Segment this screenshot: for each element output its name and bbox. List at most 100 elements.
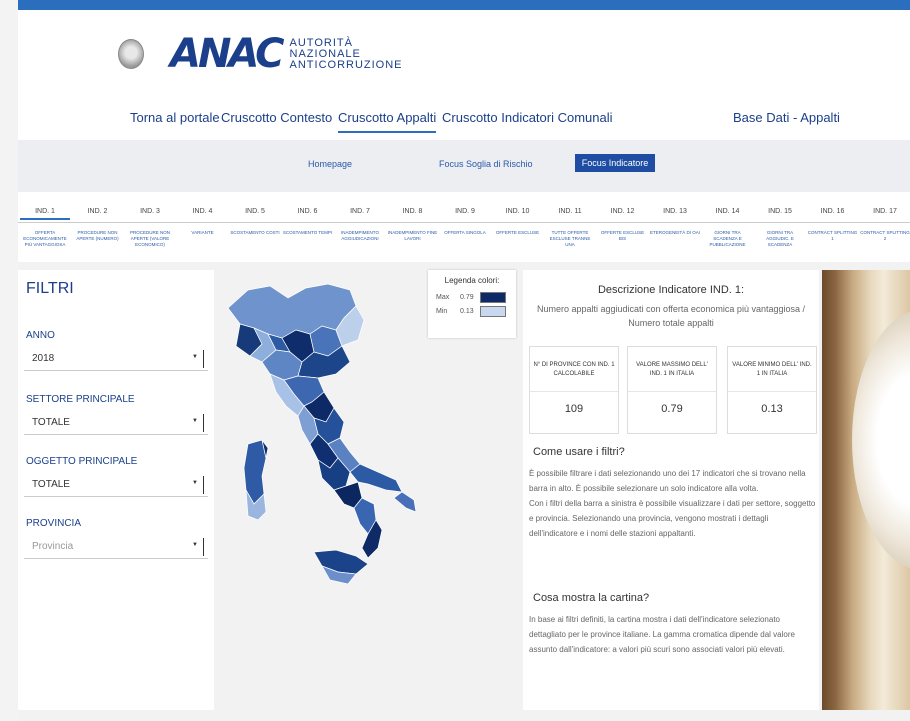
anac-logo[interactable]: ANAC AUTORITÀ NAZIONALE ANTICORRUZIONE xyxy=(118,34,403,74)
tab-ind-2[interactable]: IND. 2 xyxy=(73,208,123,215)
oggetto-select[interactable]: TOTALE ▼ xyxy=(24,474,208,497)
stat-card-divider xyxy=(728,391,816,392)
tab-ind-13[interactable]: IND. 13 xyxy=(650,208,700,215)
how-to-use-text-2: Con i filtri della barra a sinistra è po… xyxy=(529,499,816,538)
tab-description-ind-4[interactable]: VARIANTE xyxy=(178,230,228,236)
map-region xyxy=(393,491,417,513)
nav-cruscotto-contesto[interactable]: Cruscotto Contesto xyxy=(221,110,332,125)
tab-description-ind-12[interactable]: OFFERTE ESCLUSE BIS xyxy=(598,230,648,242)
nav-cruscotto-appalti[interactable]: Cruscotto Appalti xyxy=(338,110,437,133)
brand-sub-line-1: AUTORITÀ xyxy=(289,36,353,49)
tab-ind-14[interactable]: IND. 14 xyxy=(703,208,753,215)
tab-ind-12[interactable]: IND. 12 xyxy=(598,208,648,215)
tab-ind-8[interactable]: IND. 8 xyxy=(388,208,438,215)
anno-value: 2018 xyxy=(32,353,55,364)
dropdown-arrow-icon: ▼ xyxy=(192,354,198,360)
stat-card-title: VALORE MINIMO DELL' IND. 1 IN ITALIA xyxy=(732,362,812,377)
stat-card-value: 109 xyxy=(564,403,584,415)
stat-card-divider xyxy=(530,391,618,392)
tab-description-ind-1[interactable]: OFFERTA ECONOMICAMENTE PIÙ VANTAGGIOSA xyxy=(20,230,70,248)
indicator-formula: Numero appalti aggiudicati con offerta e… xyxy=(536,304,805,328)
anno-select[interactable]: 2018 ▼ xyxy=(24,348,208,371)
top-accent-bar xyxy=(18,0,910,10)
italian-emblem-icon xyxy=(118,39,144,69)
tab-description-ind-14[interactable]: GIORNI TRA SCADENZA E PUBBLICAZIONE xyxy=(703,230,753,248)
tab-ind-16[interactable]: IND. 16 xyxy=(808,208,858,215)
tab-description-ind-7[interactable]: INADEMPIMENTO AGGIUDICAZIONI xyxy=(335,230,385,242)
select-divider xyxy=(203,538,204,556)
tab-ind-10[interactable]: IND. 10 xyxy=(493,208,543,215)
tab-description-ind-6[interactable]: SCOSTAMENTO TEMPI xyxy=(283,230,333,236)
legend-title: Legenda colori: xyxy=(444,276,500,285)
stat-card-title: VALORE MASSIMO DELL' IND. 1 IN ITALIA xyxy=(636,362,708,377)
stat-card-max: VALORE MASSIMO DELL' IND. 1 IN ITALIA 0.… xyxy=(627,346,717,434)
legend-max-label: Max xyxy=(436,294,450,302)
legend-min-label: Min xyxy=(436,308,448,316)
select-divider xyxy=(203,414,204,432)
tab-description-ind-11[interactable]: TUTTE OFFERTE ESCLUSE TRANNE UNA xyxy=(545,230,595,248)
brand-sub-line-3: ANTICORRUZIONE xyxy=(289,58,403,71)
map-explainer-text: In base ai filtri definiti, la cartina m… xyxy=(529,615,795,654)
settore-value: TOTALE xyxy=(32,417,70,428)
legend-max-swatch xyxy=(480,292,506,303)
brand-name: ANAC xyxy=(170,31,285,77)
how-to-use-title: Come usare i filtri? xyxy=(533,446,625,458)
sub-nav: Homepage Focus Soglia di Rischio Focus I… xyxy=(18,140,910,192)
tab-description-ind-8[interactable]: INADEMPIMENTO FINE LAVORI xyxy=(388,230,438,242)
tab-ind-15[interactable]: IND. 15 xyxy=(755,208,805,215)
select-divider xyxy=(203,350,204,368)
provincia-placeholder: Provincia xyxy=(32,541,74,552)
italy-map[interactable] xyxy=(218,268,438,598)
settore-label: SETTORE PRINCIPALE xyxy=(26,394,135,405)
tab-description-ind-15[interactable]: GIORNI TRA AGGIUDIC. E SCADENZA xyxy=(755,230,805,248)
tab-ind-9[interactable]: IND. 9 xyxy=(440,208,490,215)
filters-panel: FILTRI ANNO 2018 ▼ SETTORE PRINCIPALE TO… xyxy=(18,270,214,710)
stat-card-value: 0.79 xyxy=(661,403,683,415)
tab-ind-17[interactable]: IND. 17 xyxy=(860,208,910,215)
legend-max-row: Max 0.79 xyxy=(436,292,506,303)
tab-ind-3[interactable]: IND. 3 xyxy=(125,208,175,215)
nav-base-dati-appalti[interactable]: Base Dati - Appalti xyxy=(733,110,840,125)
tab-ind-5[interactable]: IND. 5 xyxy=(230,208,280,215)
legend-min-value: 0.13 xyxy=(460,308,474,316)
tab-description-ind-2[interactable]: PROCEDURE NON APERTE (NUMERO) xyxy=(73,230,123,242)
provincia-label: PROVINCIA xyxy=(26,518,82,529)
stat-card-divider xyxy=(628,391,716,392)
subnav-focus-indicatore[interactable]: Focus Indicatore xyxy=(575,154,655,172)
tab-ind-4[interactable]: IND. 4 xyxy=(178,208,228,215)
tab-ind-6[interactable]: IND. 6 xyxy=(283,208,333,215)
tab-description-ind-10[interactable]: OFFERTE ESCLUSE xyxy=(493,230,543,236)
tab-ind-11[interactable]: IND. 11 xyxy=(545,208,595,215)
dropdown-arrow-icon: ▼ xyxy=(192,480,198,486)
anno-label: ANNO xyxy=(26,330,55,341)
oggetto-label: OGGETTO PRINCIPALE xyxy=(26,456,138,467)
legend-min-swatch xyxy=(480,306,506,317)
legend-min-row: Min 0.13 xyxy=(436,306,506,317)
indicator-info-panel: Descrizione Indicatore IND. 1: Numero ap… xyxy=(523,270,819,710)
select-divider xyxy=(203,476,204,494)
nav-torna-al-portale[interactable]: Torna al portale xyxy=(130,110,220,125)
provincia-select[interactable]: Provincia ▼ xyxy=(24,536,208,559)
tab-description-ind-9[interactable]: OFFERTA SINGOLA xyxy=(440,230,490,236)
tab-description-ind-16[interactable]: CONTRACT SPLITTING 1 xyxy=(808,230,858,242)
stat-card-min: VALORE MINIMO DELL' IND. 1 IN ITALIA 0.1… xyxy=(727,346,817,434)
indicator-tabs: IND. 1 IND. 2 IND. 3 IND. 4 IND. 5 IND. 6 IND.… xyxy=(18,204,910,223)
nav-cruscotto-indicatori-comunali[interactable]: Cruscotto Indicatori Comunali xyxy=(442,110,613,125)
tab-ind-1[interactable]: IND. 1 xyxy=(20,208,70,220)
tab-description-ind-17[interactable]: CONTRACT SPLITTING 2 xyxy=(860,230,910,242)
settore-select[interactable]: TOTALE ▼ xyxy=(24,412,208,435)
indicator-title: Descrizione Indicatore IND. 1: xyxy=(597,284,745,296)
tab-description-ind-5[interactable]: SCOSTAMENTO COSTI xyxy=(230,230,280,236)
brand-sub-line-2: NAZIONALE xyxy=(289,47,361,60)
tab-description-ind-13[interactable]: ETEROGENEITÀ DI OAI xyxy=(650,230,700,236)
decorative-photo xyxy=(822,270,910,710)
map-region xyxy=(313,549,369,575)
dropdown-arrow-icon: ▼ xyxy=(192,418,198,424)
dropdown-arrow-icon: ▼ xyxy=(192,542,198,548)
subnav-homepage[interactable]: Homepage xyxy=(308,159,352,169)
stat-card-title: N° DI PROVINCE CON IND. 1 CALCOLABILE xyxy=(533,362,615,377)
subnav-focus-soglia[interactable]: Focus Soglia di Rischio xyxy=(439,159,533,169)
map-area: Legenda colori: Max 0.79 Min 0.13 xyxy=(218,262,518,721)
tab-ind-7[interactable]: IND. 7 xyxy=(335,208,385,215)
tab-description-ind-3[interactable]: PROCEDURE NON APERTE (VALORE ECONOMICO) xyxy=(125,230,175,248)
